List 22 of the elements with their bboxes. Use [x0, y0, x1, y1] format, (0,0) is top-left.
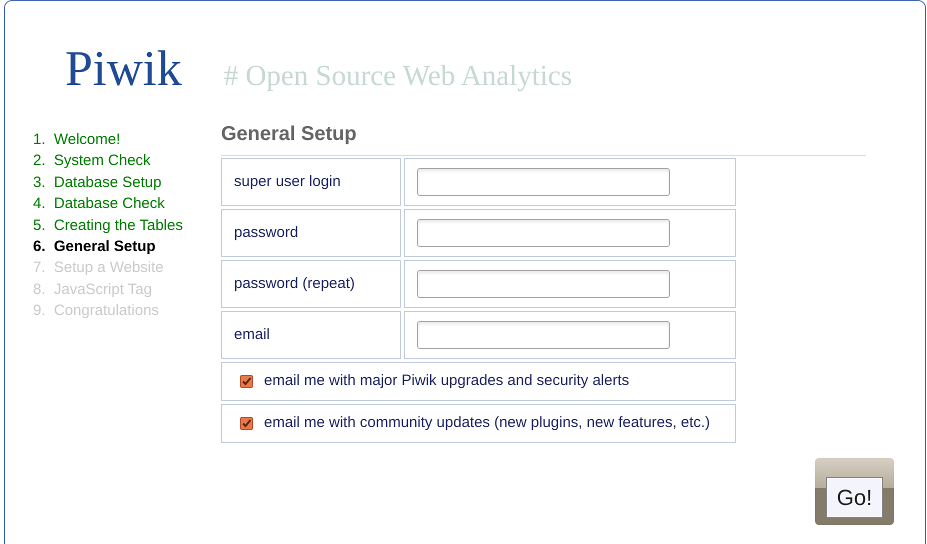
logo: Piwik — [65, 43, 182, 93]
step-item: 5. Creating the Tables — [33, 216, 184, 236]
input-field[interactable] — [417, 219, 670, 247]
step-item: 3. Database Setup — [33, 172, 162, 193]
checkbox[interactable] — [240, 375, 253, 388]
tagline: # Open Source Web Analytics — [224, 62, 572, 91]
field-label: password (repeat) — [221, 260, 401, 308]
field-label: email — [221, 311, 401, 359]
step-item: 6. General Setup — [33, 237, 157, 258]
section-title: General Setup — [221, 122, 357, 147]
input-field[interactable] — [417, 270, 670, 298]
field-label: super user login — [221, 158, 401, 206]
option-label: email me with community updates (new plugins, new features, etc.) — [264, 413, 710, 434]
option-label: email me with major Piwik upgrades and security alerts — [264, 371, 630, 392]
input-field[interactable] — [417, 321, 670, 349]
field-label: password — [221, 209, 401, 257]
checkbox[interactable] — [240, 417, 253, 430]
step-item: 2. System Check — [33, 151, 152, 172]
submit-button[interactable]: Go! — [826, 477, 883, 518]
input-field[interactable] — [417, 168, 670, 196]
step-item: 1. Welcome! — [33, 130, 122, 150]
step-item: 4. Database Check — [33, 194, 166, 214]
